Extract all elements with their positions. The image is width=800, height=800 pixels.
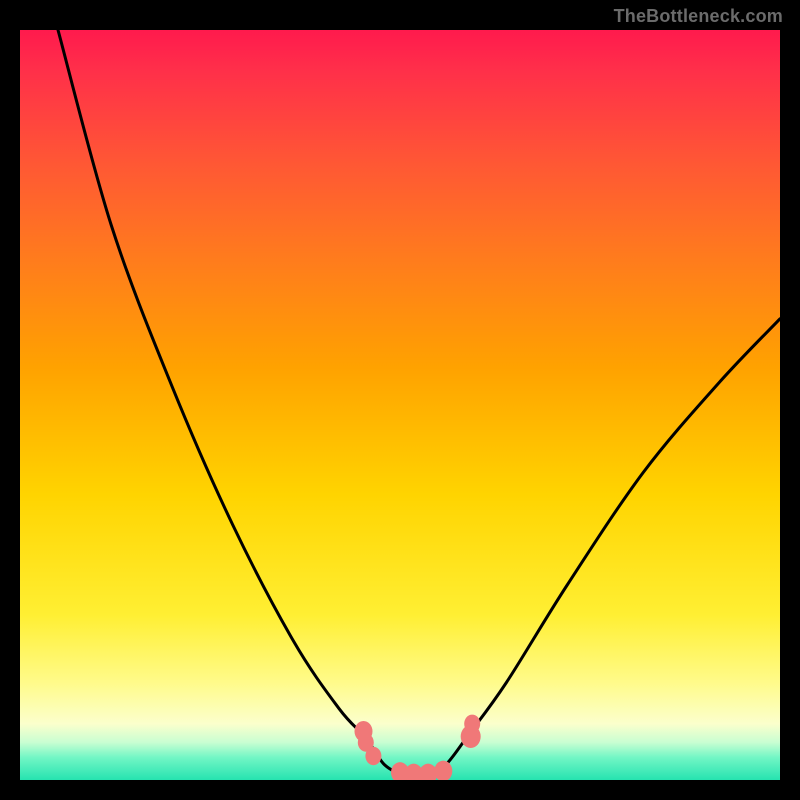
plot-area xyxy=(20,30,780,780)
watermark-text: TheBottleneck.com xyxy=(614,6,783,27)
marker-group xyxy=(355,715,481,780)
bottleneck-curve xyxy=(58,30,780,778)
data-marker xyxy=(464,715,480,733)
data-marker xyxy=(434,761,452,780)
data-marker xyxy=(365,747,381,765)
curve-svg xyxy=(20,30,780,780)
chart-stage: TheBottleneck.com xyxy=(0,0,800,800)
